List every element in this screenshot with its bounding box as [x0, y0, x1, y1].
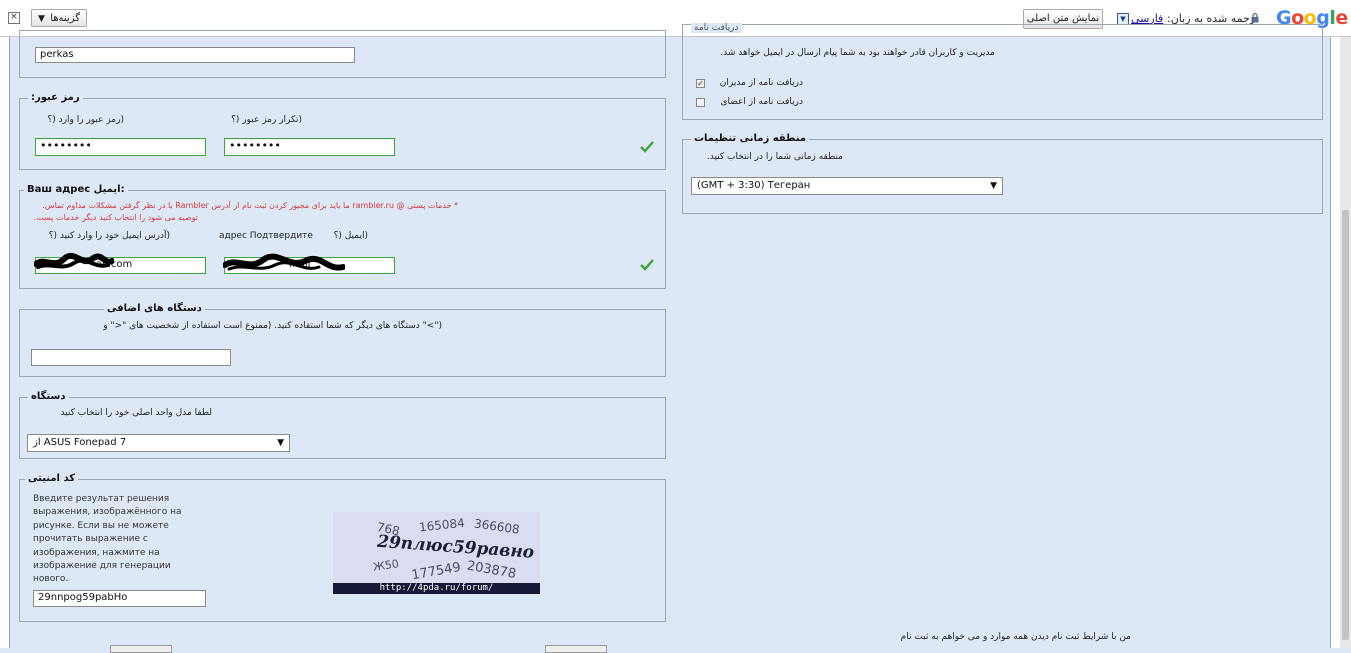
receive-admins-checkbox[interactable]: ✓	[696, 79, 705, 88]
options-label: گزینه‌ها	[50, 13, 80, 24]
chevron-down-icon: ▼	[990, 181, 997, 191]
timezone-selected: (GMT + 3:30) Тегеран	[697, 180, 811, 191]
devices-help: (">" دستگاه های دیگر که شما استفاده کنید…	[103, 321, 442, 331]
scrollbar-thumb[interactable]	[1342, 210, 1349, 640]
email-confirm-label: (ایمیل (؟	[333, 231, 368, 241]
devices-input[interactable]	[31, 349, 231, 366]
device-legend: دستگاه	[28, 391, 69, 402]
receive-members-label: دریافت نامه از اعضای	[720, 97, 803, 107]
devices-legend: دستگاه های اضافی	[104, 303, 205, 314]
captcha-noise: 177549	[410, 560, 461, 583]
device-selected: از ASUS Fonepad 7	[33, 437, 127, 448]
checkmark-icon	[640, 141, 654, 153]
page-margin-left	[0, 37, 9, 648]
security-legend: کد امنیتی	[25, 473, 79, 484]
device-help: لطفا مدل واحد اصلی خود را انتخاب کنید	[60, 408, 212, 418]
chevron-down-icon: ▼	[277, 438, 284, 448]
password-input[interactable]: ••••••••	[35, 138, 206, 156]
email-notice-line2: توصیه می شود را انتخاب کنید دیگر خدمات پ…	[33, 213, 198, 222]
receive-admins-label: دریافت نامه از مدیران	[719, 78, 803, 88]
email-label: (آدرس ایمیل خود را وارد کنید (؟	[48, 231, 170, 241]
login-fieldset: perkas	[19, 30, 666, 78]
lock-icon	[1251, 13, 1259, 23]
email-notice-line1: * خدمات پستی @ rambler.ru ما باید برای م…	[42, 201, 458, 210]
timezone-select[interactable]: (GMT + 3:30) Тегеран ▼	[691, 177, 1003, 195]
devices-fieldset: دستگاه های اضافی (">" دستگاه های دیگر که…	[19, 303, 666, 377]
password-repeat-label: (تکرار رمز عبور (؟	[231, 115, 302, 125]
bottom-button[interactable]	[545, 645, 607, 653]
captcha-image[interactable]: 768 165084 366608 29плюс59равно Ж50 1775…	[333, 512, 540, 594]
email-fieldset: Ваш адрес ایمیل: * خدمات پستی @ rambler.…	[19, 184, 666, 289]
captcha-url: http://4pda.ru/forum/	[333, 583, 540, 594]
redaction-scribble	[223, 253, 345, 271]
password-legend: :رمز عبور	[28, 92, 83, 103]
device-select[interactable]: از ASUS Fonepad 7 ▼	[27, 434, 290, 452]
captcha-input[interactable]: 29nnpog59pabHo	[33, 590, 206, 607]
timezone-help: منطقه زمانی شما را در انتخاب کنید.	[706, 152, 843, 162]
password-label: (رمز عبور را وارد (؟	[47, 115, 124, 125]
timezone-fieldset: منطقه زمانی تنظیمات منطقه زمانی شما را د…	[682, 133, 1323, 214]
password-fieldset: :رمز عبور (رمز عبور را وارد (؟ (تکرار رم…	[19, 92, 666, 170]
mail-fieldset: دریافت نامه مدیریت و کاربران قادر خواهند…	[682, 23, 1323, 120]
captcha-noise: 165084	[418, 516, 465, 535]
login-input[interactable]: perkas	[35, 47, 355, 63]
logo-letter: e	[1335, 7, 1348, 29]
captcha-drawing: 768 165084 366608 29плюс59равно Ж50 1775…	[372, 516, 535, 583]
chevron-down-icon: ▼	[38, 14, 45, 24]
device-fieldset: دستگاه لطفا مدل واحد اصلی خود را انتخاب …	[19, 391, 666, 459]
redaction-scribble	[34, 253, 114, 269]
captcha-noise: Ж50	[372, 557, 399, 573]
captcha-expression: 29плюс59равно	[375, 532, 534, 563]
page-margin-right	[1331, 37, 1340, 648]
checkmark-icon	[640, 259, 654, 271]
email-legend: Ваш адрес ایمیل:	[24, 184, 128, 195]
mail-legend: دریافت نامه	[691, 23, 742, 33]
close-icon[interactable]: ×	[8, 12, 20, 24]
terms-label: من با شرایط ثبت نام دیدن همه موارد و می …	[900, 632, 1131, 642]
receive-members-checkbox[interactable]	[696, 98, 705, 107]
timezone-legend: منطقه زمانی تنظیمات	[691, 133, 809, 144]
options-button[interactable]: ▼ گزینه‌ها	[31, 9, 87, 27]
password-repeat-input[interactable]: ••••••••	[224, 138, 395, 156]
mail-help: مدیریت و کاربران قادر خواهند بود به شما …	[720, 48, 995, 58]
captcha-noise: 366608	[473, 516, 520, 536]
bottom-button[interactable]	[110, 645, 172, 653]
captcha-noise: 203878	[466, 559, 517, 582]
email-confirm-label-ru: адрес Подтвердите	[219, 231, 313, 241]
captcha-instructions: Введите результат решения выражения, изо…	[33, 494, 182, 585]
